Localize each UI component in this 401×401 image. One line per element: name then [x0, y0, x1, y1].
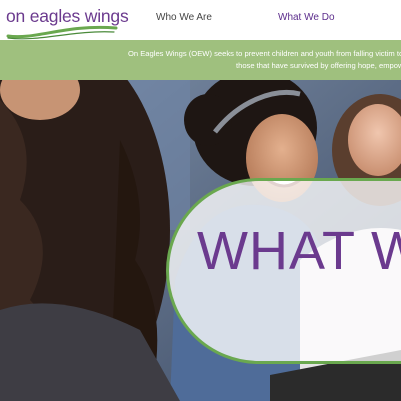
hero-section: WHAT W	[0, 80, 401, 401]
nav-who-we-are[interactable]: Who We Are	[156, 11, 212, 25]
nav-what-we-do[interactable]: What We Do	[278, 11, 335, 25]
mission-text-line-2: those that have survived by offering hop…	[236, 61, 401, 70]
mission-banner: On Eagles Wings (OEW) seeks to prevent c…	[0, 40, 401, 80]
mission-text-line-1: On Eagles Wings (OEW) seeks to prevent c…	[128, 49, 401, 58]
hero-title-oval: WHAT W	[166, 178, 401, 364]
main-nav: Who We Are What We Do	[0, 0, 401, 40]
site-header: on eagles wings Who We Are What We Do	[0, 0, 401, 40]
hero-title: WHAT W	[197, 221, 401, 281]
